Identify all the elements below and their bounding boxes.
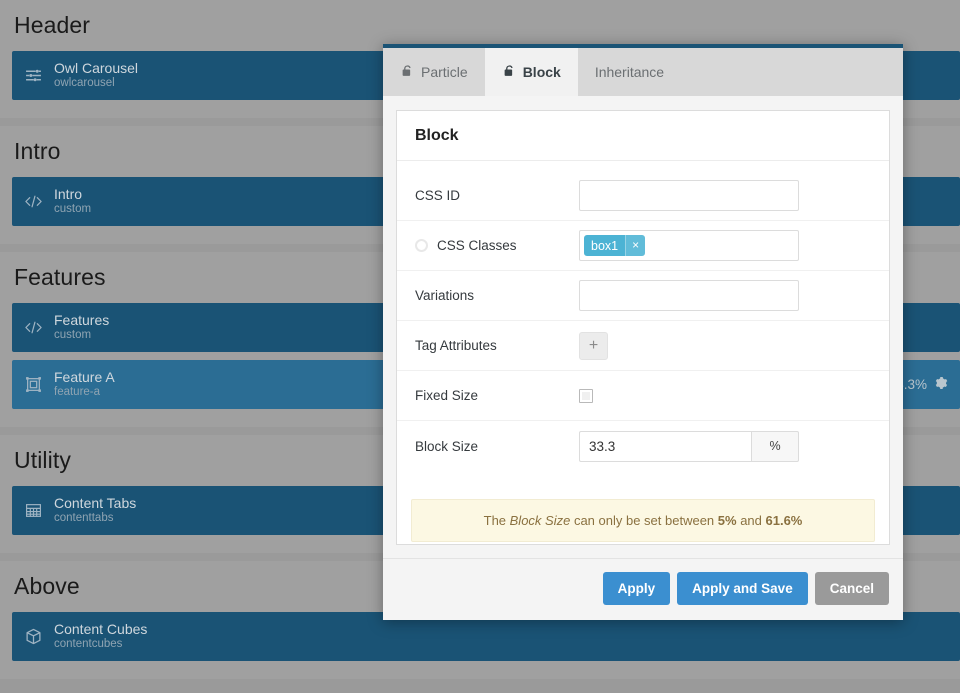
grid-icon bbox=[12, 502, 54, 519]
notice-middle: can only be set between bbox=[570, 513, 718, 528]
fixed-size-label: Fixed Size bbox=[415, 388, 479, 403]
code-icon bbox=[12, 319, 54, 336]
tab-block[interactable]: Block bbox=[484, 48, 578, 96]
code-icon bbox=[12, 193, 54, 210]
css-classes-label-wrap: CSS Classes bbox=[415, 238, 579, 253]
css-classes-input[interactable]: box1 × bbox=[579, 230, 799, 261]
notice-conj: and bbox=[736, 513, 766, 528]
field-fixed-size: Fixed Size bbox=[397, 371, 889, 421]
unlock-icon bbox=[400, 65, 414, 79]
screen: Header Owl Carousel owlcarousel Intro Intro c… bbox=[0, 0, 960, 693]
gear-icon[interactable] bbox=[934, 376, 948, 393]
css-classes-label: CSS Classes bbox=[437, 238, 517, 253]
form-fields: CSS ID CSS Classes box1 × Variations Tag… bbox=[397, 161, 889, 485]
field-css-classes: CSS Classes box1 × bbox=[397, 221, 889, 271]
block-size-notice: The Block Size can only be set between 5… bbox=[411, 499, 875, 542]
field-css-id: CSS ID bbox=[397, 171, 889, 221]
tag-attributes-label: Tag Attributes bbox=[415, 338, 497, 353]
notice-max: 61.6% bbox=[765, 513, 803, 528]
tab-label: Particle bbox=[421, 64, 468, 80]
tab-inheritance[interactable]: Inheritance bbox=[578, 48, 681, 96]
frame-icon bbox=[12, 376, 54, 393]
field-variations: Variations bbox=[397, 271, 889, 321]
notice-prefix: The bbox=[483, 513, 510, 528]
particle-key: contentcubes bbox=[54, 638, 123, 651]
tab-particle[interactable]: Particle bbox=[383, 48, 485, 96]
modal-tab-bar: Particle Block Inheritance bbox=[383, 48, 903, 96]
css-id-input[interactable] bbox=[579, 180, 799, 211]
unlock-icon bbox=[502, 65, 516, 79]
block-size-label: Block Size bbox=[415, 438, 479, 454]
variations-input[interactable] bbox=[579, 280, 799, 311]
tag-remove-icon[interactable]: × bbox=[625, 235, 646, 256]
notice-emphasis: Block Size bbox=[509, 513, 571, 528]
tab-label: Block bbox=[522, 64, 561, 80]
field-tag-attributes: Tag Attributes + bbox=[397, 321, 889, 371]
apply-and-save-button[interactable]: Apply and Save bbox=[677, 572, 808, 605]
block-size-input[interactable] bbox=[579, 430, 751, 462]
tag-box1[interactable]: box1 × bbox=[584, 235, 646, 256]
fixed-size-checkbox[interactable] bbox=[579, 388, 593, 403]
sliders-icon bbox=[12, 67, 54, 84]
panel-title: Block bbox=[397, 111, 889, 161]
modal-footer: Apply Apply and Save Cancel bbox=[383, 558, 903, 620]
field-block-size: Block Size % bbox=[397, 421, 889, 471]
block-size-control: % bbox=[579, 430, 799, 462]
notice-min: 5% bbox=[717, 513, 737, 528]
particle-name: Content Cubes bbox=[54, 621, 148, 638]
block-panel: Block CSS ID CSS Classes box1 × Variatio… bbox=[396, 110, 890, 545]
css-id-label: CSS ID bbox=[415, 188, 461, 203]
add-tag-attribute-button[interactable]: + bbox=[579, 331, 608, 360]
loading-spinner-icon bbox=[415, 239, 428, 252]
tab-label: Inheritance bbox=[594, 64, 665, 80]
cube-icon bbox=[12, 628, 54, 645]
apply-button[interactable]: Apply bbox=[602, 572, 671, 605]
block-settings-modal: Particle Block Inheritance Block CSS ID bbox=[383, 44, 903, 620]
block-size-unit: % bbox=[751, 430, 799, 462]
modal-body: Block CSS ID CSS Classes box1 × Variatio… bbox=[383, 96, 903, 558]
cancel-button[interactable]: Cancel bbox=[814, 572, 889, 605]
particle-row-text: Content Cubes contentcubes bbox=[54, 621, 960, 651]
tag-label: box1 bbox=[591, 238, 619, 253]
variations-label: Variations bbox=[415, 288, 475, 303]
